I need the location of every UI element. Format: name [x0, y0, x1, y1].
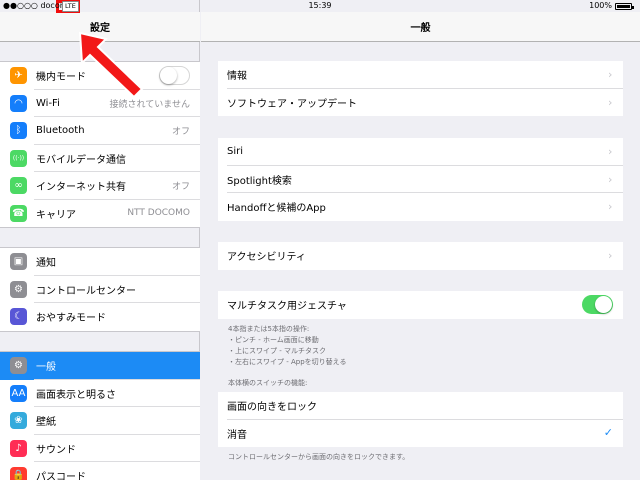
- chevron-right-icon: ›: [608, 200, 613, 213]
- display-icon: AA: [10, 384, 27, 402]
- sidebar-item-label: パスコード: [36, 472, 86, 480]
- multitask-gestures-toggle[interactable]: [582, 295, 613, 314]
- settings-row[interactable]: 情報 ›: [218, 61, 623, 89]
- sidebar-item-label: モバイルデータ通信: [36, 154, 126, 166]
- settings-row-label: Spotlight検索: [227, 175, 292, 187]
- battery-fill: [617, 5, 630, 8]
- switch-footer: コントロールセンターから画面の向きをロックできます。: [228, 453, 410, 461]
- control-center-icon: ⚙: [10, 280, 27, 298]
- sidebar-item[interactable]: ❀ 壁紙: [0, 407, 200, 435]
- multitask-group: マルチタスク用ジェスチャ: [218, 291, 623, 319]
- switch-option-mute[interactable]: 消音 ✓: [218, 420, 623, 448]
- sidebar-item-label: おやすみモード: [36, 313, 106, 325]
- multitask-gestures-row: マルチタスク用ジェスチャ: [218, 291, 623, 319]
- sidebar-item[interactable]: ☎ キャリア NTT DOCOMO: [0, 200, 200, 228]
- sidebar-item-label: 壁紙: [36, 417, 56, 429]
- settings-row-label: ソフトウェア・アップデート: [227, 98, 357, 110]
- clock: 15:39: [308, 1, 332, 10]
- settings-row[interactable]: アクセシビリティ ›: [218, 242, 623, 270]
- link-icon: ∞: [10, 177, 27, 195]
- checkmark-icon: ✓: [603, 425, 613, 439]
- moon-icon: ☾: [10, 308, 27, 326]
- sidebar-group-general: ⚙ 一般 AA 画面表示と明るさ ❀ 壁紙 ♪ サウンド 🔒 パスコード: [0, 351, 200, 480]
- lock-icon: 🔒: [10, 467, 27, 480]
- siri-group: Siri › Spotlight検索 › Handoffと候補のApp ›: [218, 138, 623, 221]
- settings-row[interactable]: ソフトウェア・アップデート ›: [218, 89, 623, 117]
- sidebar-item[interactable]: ⚙ 一般: [0, 352, 200, 380]
- settings-row[interactable]: Handoffと候補のApp ›: [218, 193, 623, 221]
- sidebar-item[interactable]: ᛒ Bluetooth オフ: [0, 117, 200, 145]
- switch-option-lock-rotation[interactable]: 画面の向きをロック: [218, 392, 623, 420]
- sidebar-item-label: Wi-Fi: [36, 97, 60, 109]
- sidebar-item-label: インターネット共有: [36, 182, 126, 194]
- sidebar-item-label: Bluetooth: [36, 125, 85, 137]
- antenna-icon: ((·)): [10, 149, 27, 167]
- sidebar-item-label: サウンド: [36, 444, 76, 456]
- switch-option-label: 画面の向きをロック: [227, 402, 317, 414]
- notifications-icon: ▣: [10, 253, 27, 271]
- settings-row[interactable]: Siri ›: [218, 138, 623, 166]
- airplane-mode-toggle[interactable]: [159, 66, 190, 85]
- settings-row-label: Handoffと候補のApp: [227, 203, 326, 215]
- chevron-right-icon: ›: [608, 145, 613, 158]
- multitask-footer-line: 4本指または5本指の操作:: [228, 325, 310, 333]
- sidebar-item-value: NTT DOCOMO: [127, 208, 190, 219]
- battery-percent: 100%: [589, 1, 612, 10]
- chevron-right-icon: ›: [608, 172, 613, 186]
- airplane-icon: ✈: [10, 67, 27, 85]
- sidebar-item-label: キャリア: [36, 209, 76, 221]
- sidebar-item-value: オフ: [171, 127, 190, 138]
- sound-icon: ♪: [10, 439, 27, 457]
- chevron-right-icon: ›: [608, 95, 613, 109]
- sidebar-item[interactable]: AA 画面表示と明るさ: [0, 380, 200, 408]
- general-detail-pane: 一般 情報 › ソフトウェア・アップデート › Siri › Spotlight検索 › Ha…: [201, 0, 640, 480]
- sidebar-item[interactable]: ((·)) モバイルデータ通信: [0, 145, 200, 173]
- toggle-knob: [160, 67, 177, 84]
- sidebar-item[interactable]: ▣ 通知: [0, 248, 200, 276]
- switch-section-header: 本体横のスイッチの機能:: [228, 379, 308, 387]
- wifi-icon: ◠: [10, 94, 27, 112]
- bluetooth-icon: ᛒ: [10, 122, 27, 140]
- status-bar: ●●○○○ docomo LTE 15:39 100%: [0, 0, 640, 12]
- multitask-gestures-label: マルチタスク用ジェスチャ: [227, 301, 347, 313]
- sidebar-item-label: コントロールセンター: [36, 285, 136, 297]
- sidebar-item-label: 一般: [36, 362, 56, 374]
- phone-icon: ☎: [10, 204, 27, 222]
- switch-options-group: 画面の向きをロック 消音 ✓: [218, 392, 623, 447]
- sidebar-item-label: 画面表示と明るさ: [36, 389, 116, 401]
- multitask-footer-line: ・上にスワイプ - マルチタスク: [228, 347, 326, 355]
- settings-row-label: アクセシビリティ: [227, 252, 306, 264]
- sidebar-item-label: 通知: [36, 258, 56, 270]
- red-arrow-icon: [78, 31, 144, 99]
- toggle-knob: [595, 296, 612, 313]
- about-group: 情報 › ソフトウェア・アップデート ›: [218, 61, 623, 116]
- chevron-right-icon: ›: [608, 249, 613, 262]
- sidebar-item[interactable]: ⚙ コントロールセンター: [0, 276, 200, 304]
- multitask-footer: 4本指または5本指の操作: ・ピンチ - ホーム画面に移動 ・上にスワイプ - …: [228, 324, 346, 368]
- wallpaper-icon: ❀: [10, 412, 27, 430]
- switch-option-label: 消音: [227, 429, 247, 441]
- detail-title: 一般: [410, 23, 431, 34]
- sidebar-item[interactable]: ∞ インターネット共有 オフ: [0, 172, 200, 200]
- accessibility-group: アクセシビリティ ›: [218, 242, 623, 270]
- settings-row-label: 情報: [227, 71, 247, 83]
- battery-icon: [615, 3, 634, 10]
- sidebar-item[interactable]: 🔒 パスコード: [0, 462, 200, 480]
- sidebar-group-notifications: ▣ 通知 ⚙ コントロールセンター ☾ おやすみモード: [0, 247, 200, 332]
- sidebar-item[interactable]: ♪ サウンド: [0, 435, 200, 463]
- multitask-footer-line: ・左右にスワイプ - Appを切り替える: [228, 358, 347, 366]
- chevron-right-icon: ›: [608, 68, 613, 81]
- gear-icon: ⚙: [10, 357, 27, 375]
- multitask-footer-line: ・ピンチ - ホーム画面に移動: [228, 336, 319, 344]
- sidebar-item[interactable]: ☾ おやすみモード: [0, 303, 200, 331]
- settings-row[interactable]: Spotlight検索 ›: [218, 166, 623, 194]
- sidebar-item-value: オフ: [171, 182, 190, 193]
- detail-nav-bar: 一般: [201, 12, 640, 42]
- settings-row-label: Siri: [227, 146, 244, 158]
